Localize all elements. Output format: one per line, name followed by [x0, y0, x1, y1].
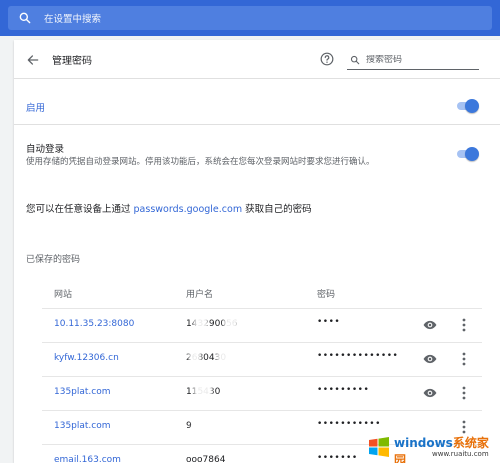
password-row: 135plat.com 115430 ••••••••• [42, 376, 482, 410]
row-password: •••• [317, 317, 341, 327]
redaction-patch [217, 348, 235, 370]
more-actions-icon[interactable] [460, 317, 468, 333]
row-password: ••••••••• [317, 385, 370, 395]
show-password-eye-icon[interactable] [423, 352, 437, 366]
row-site[interactable]: 10.11.35.23:8080 [54, 319, 134, 329]
intro-text-after: 获取自己的密码 [242, 204, 312, 215]
auto-login-title: 自动登录 [26, 144, 65, 155]
column-header-site: 网站 [54, 290, 73, 300]
redaction-patch [189, 348, 201, 370]
saved-passwords-heading: 已保存的密码 [26, 255, 81, 265]
column-header-password: 密码 [317, 290, 336, 300]
redaction-patch [224, 314, 238, 336]
row-password: ••••••••••• [317, 419, 381, 429]
intro-text-before: 您可以在任意设备上通过 [26, 204, 134, 215]
manage-passwords-card: 管理密码 启用 自动登录 使用存储的凭据自动登录网站。停用该功能后，系统会在您每… [14, 40, 500, 463]
help-icon[interactable] [320, 52, 334, 66]
toggle-knob [465, 99, 479, 113]
password-row: kyfw.12306.cn 2680430 •••••••••••••• [42, 342, 482, 376]
passwords-google-link[interactable]: passwords.google.com [134, 204, 243, 215]
auto-login-toggle[interactable] [456, 147, 479, 161]
redaction-patch [194, 314, 208, 336]
row-separator [42, 376, 482, 377]
row-site[interactable]: kyfw.12306.cn [54, 353, 119, 363]
divider [14, 124, 500, 125]
settings-search-box[interactable]: 在设置中搜索 [8, 6, 492, 30]
row-separator [42, 308, 482, 309]
show-password-eye-icon[interactable] [423, 318, 437, 332]
page-header: 管理密码 [14, 40, 500, 78]
row-password: •••••••••••••• [317, 351, 399, 361]
more-actions-icon[interactable] [460, 385, 468, 401]
row-separator [42, 410, 482, 411]
more-actions-icon[interactable] [460, 351, 468, 367]
row-username: ooo7864 [186, 455, 226, 463]
watermark-brand: windows系统家园 [394, 434, 500, 463]
show-password-eye-icon[interactable] [423, 386, 437, 400]
redaction-patch [192, 416, 214, 438]
divider [14, 78, 500, 79]
passwords-intro: 您可以在任意设备上通过 passwords.google.com 获取自己的密码 [26, 201, 312, 215]
windows-logo-icon [369, 437, 389, 457]
row-site[interactable]: 135plat.com [54, 387, 111, 397]
enable-label: 启用 [26, 103, 46, 114]
site-watermark: windows系统家园 www.ruaitu.com [368, 430, 500, 463]
password-search-input[interactable] [366, 54, 476, 65]
top-bar: 在设置中搜索 [0, 0, 500, 36]
watermark-brand-a: windows [394, 436, 453, 450]
row-username: 9 [186, 421, 192, 431]
password-row: 10.11.35.23:8080 143290056 •••• [42, 308, 482, 342]
search-icon [19, 12, 31, 24]
auto-login-description: 使用存储的凭据自动登录网站。停用该功能后，系统会在您每次登录网站时要求您进行确认… [26, 157, 375, 167]
row-separator [42, 342, 482, 343]
row-site[interactable]: email.163.com [54, 455, 121, 463]
redaction-patch [194, 382, 212, 404]
back-arrow-icon[interactable] [26, 53, 40, 67]
search-icon [350, 55, 360, 64]
settings-search-placeholder: 在设置中搜索 [44, 14, 102, 25]
row-password: ••••••• [317, 453, 358, 463]
toggle-knob [465, 147, 479, 161]
enable-toggle[interactable] [456, 99, 479, 113]
password-search[interactable] [347, 50, 479, 70]
page-title: 管理密码 [52, 56, 92, 67]
watermark-url: www.ruaitu.com [432, 450, 489, 458]
column-header-username: 用户名 [186, 290, 214, 300]
row-site[interactable]: 135plat.com [54, 421, 111, 431]
